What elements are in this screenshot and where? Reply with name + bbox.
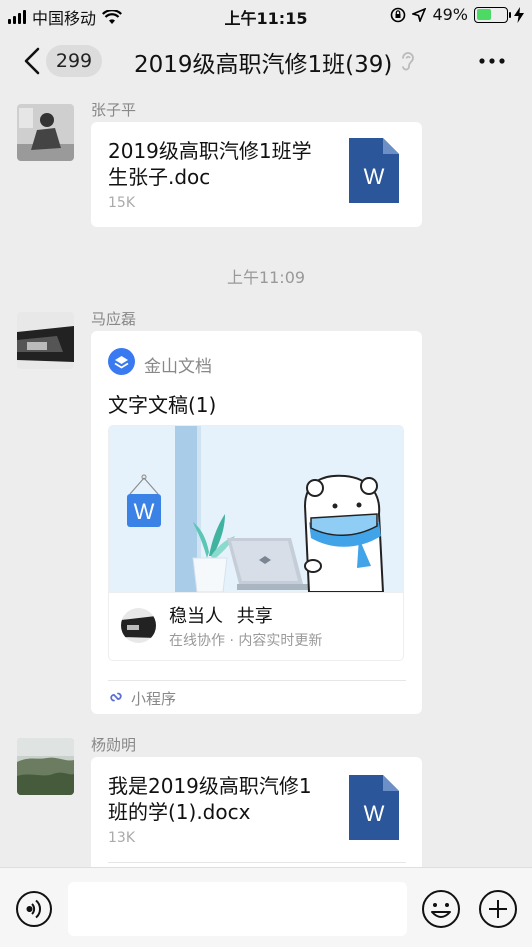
mini-program-icon xyxy=(110,692,122,702)
more-options-icon[interactable] xyxy=(476,50,508,72)
mute-ear-icon xyxy=(402,52,414,71)
add-more-icon[interactable] xyxy=(478,889,518,929)
orientation-lock-icon xyxy=(391,7,406,22)
chat-title: 2019级高职汽修1班(39) xyxy=(134,52,393,78)
avatar[interactable] xyxy=(17,312,74,369)
word-doc-icon: W xyxy=(349,775,399,840)
share-description: 在线协作 · 内容实时更新 xyxy=(169,633,323,649)
file-size: 13K xyxy=(108,830,135,846)
location-icon xyxy=(412,7,427,22)
share-avatar xyxy=(121,608,156,643)
unread-count-badge[interactable]: 299 xyxy=(46,45,102,77)
file-message-bubble[interactable]: 2019级高职汽修1班学 生张子.doc 15K W xyxy=(91,122,422,227)
svg-text:W: W xyxy=(134,499,155,524)
doc-preview-card[interactable]: W 稳当人 共享 在线协作 · 内容实时更新 xyxy=(109,426,403,660)
avatar[interactable] xyxy=(17,104,74,161)
share-user-name: 稳当人 xyxy=(169,606,223,627)
chat-nav-bar: 299 2019级高职汽修1班(39) xyxy=(0,30,532,92)
file-name-line2: 班的学(1).docx xyxy=(108,800,251,824)
file-name-line1: 我是2019级高职汽修1 xyxy=(108,774,312,798)
avatar[interactable] xyxy=(17,738,74,795)
share-action: 共享 xyxy=(236,606,273,627)
sender-name: 张子平 xyxy=(91,101,137,119)
svg-text:W: W xyxy=(364,164,385,189)
word-doc-icon: W xyxy=(349,138,399,203)
message-input[interactable] xyxy=(68,882,407,936)
battery-percent: 49% xyxy=(432,5,468,24)
time-separator: 上午11:09 xyxy=(226,268,306,287)
file-name-line1: 2019级高职汽修1班学 xyxy=(108,139,312,163)
doc-title: 文字文稿(1) xyxy=(108,393,217,417)
file-message-bubble[interactable]: 我是2019级高职汽修1 班的学(1).docx 13K W xyxy=(91,757,422,872)
bubble-divider xyxy=(108,680,406,681)
file-size: 15K xyxy=(108,195,135,211)
wps-docs-icon xyxy=(108,348,135,375)
chat-input-bar xyxy=(0,867,532,947)
sender-name: 杨勋明 xyxy=(91,736,137,754)
voice-input-icon[interactable] xyxy=(15,890,53,928)
mini-program-label: 小程序 xyxy=(131,690,177,708)
emoji-icon[interactable] xyxy=(421,889,461,929)
back-chevron-icon[interactable] xyxy=(18,44,48,78)
file-name-line2: 生张子.doc xyxy=(108,165,211,189)
svg-text:W: W xyxy=(364,801,385,826)
mini-program-app-name: 金山文档 xyxy=(144,357,212,377)
sender-name: 马应磊 xyxy=(91,310,137,328)
battery-icon xyxy=(474,6,511,23)
charging-icon xyxy=(514,6,524,23)
status-bar: 中国移动 上午11:15 49% xyxy=(0,0,532,30)
doc-preview-illustration: W xyxy=(109,426,403,592)
